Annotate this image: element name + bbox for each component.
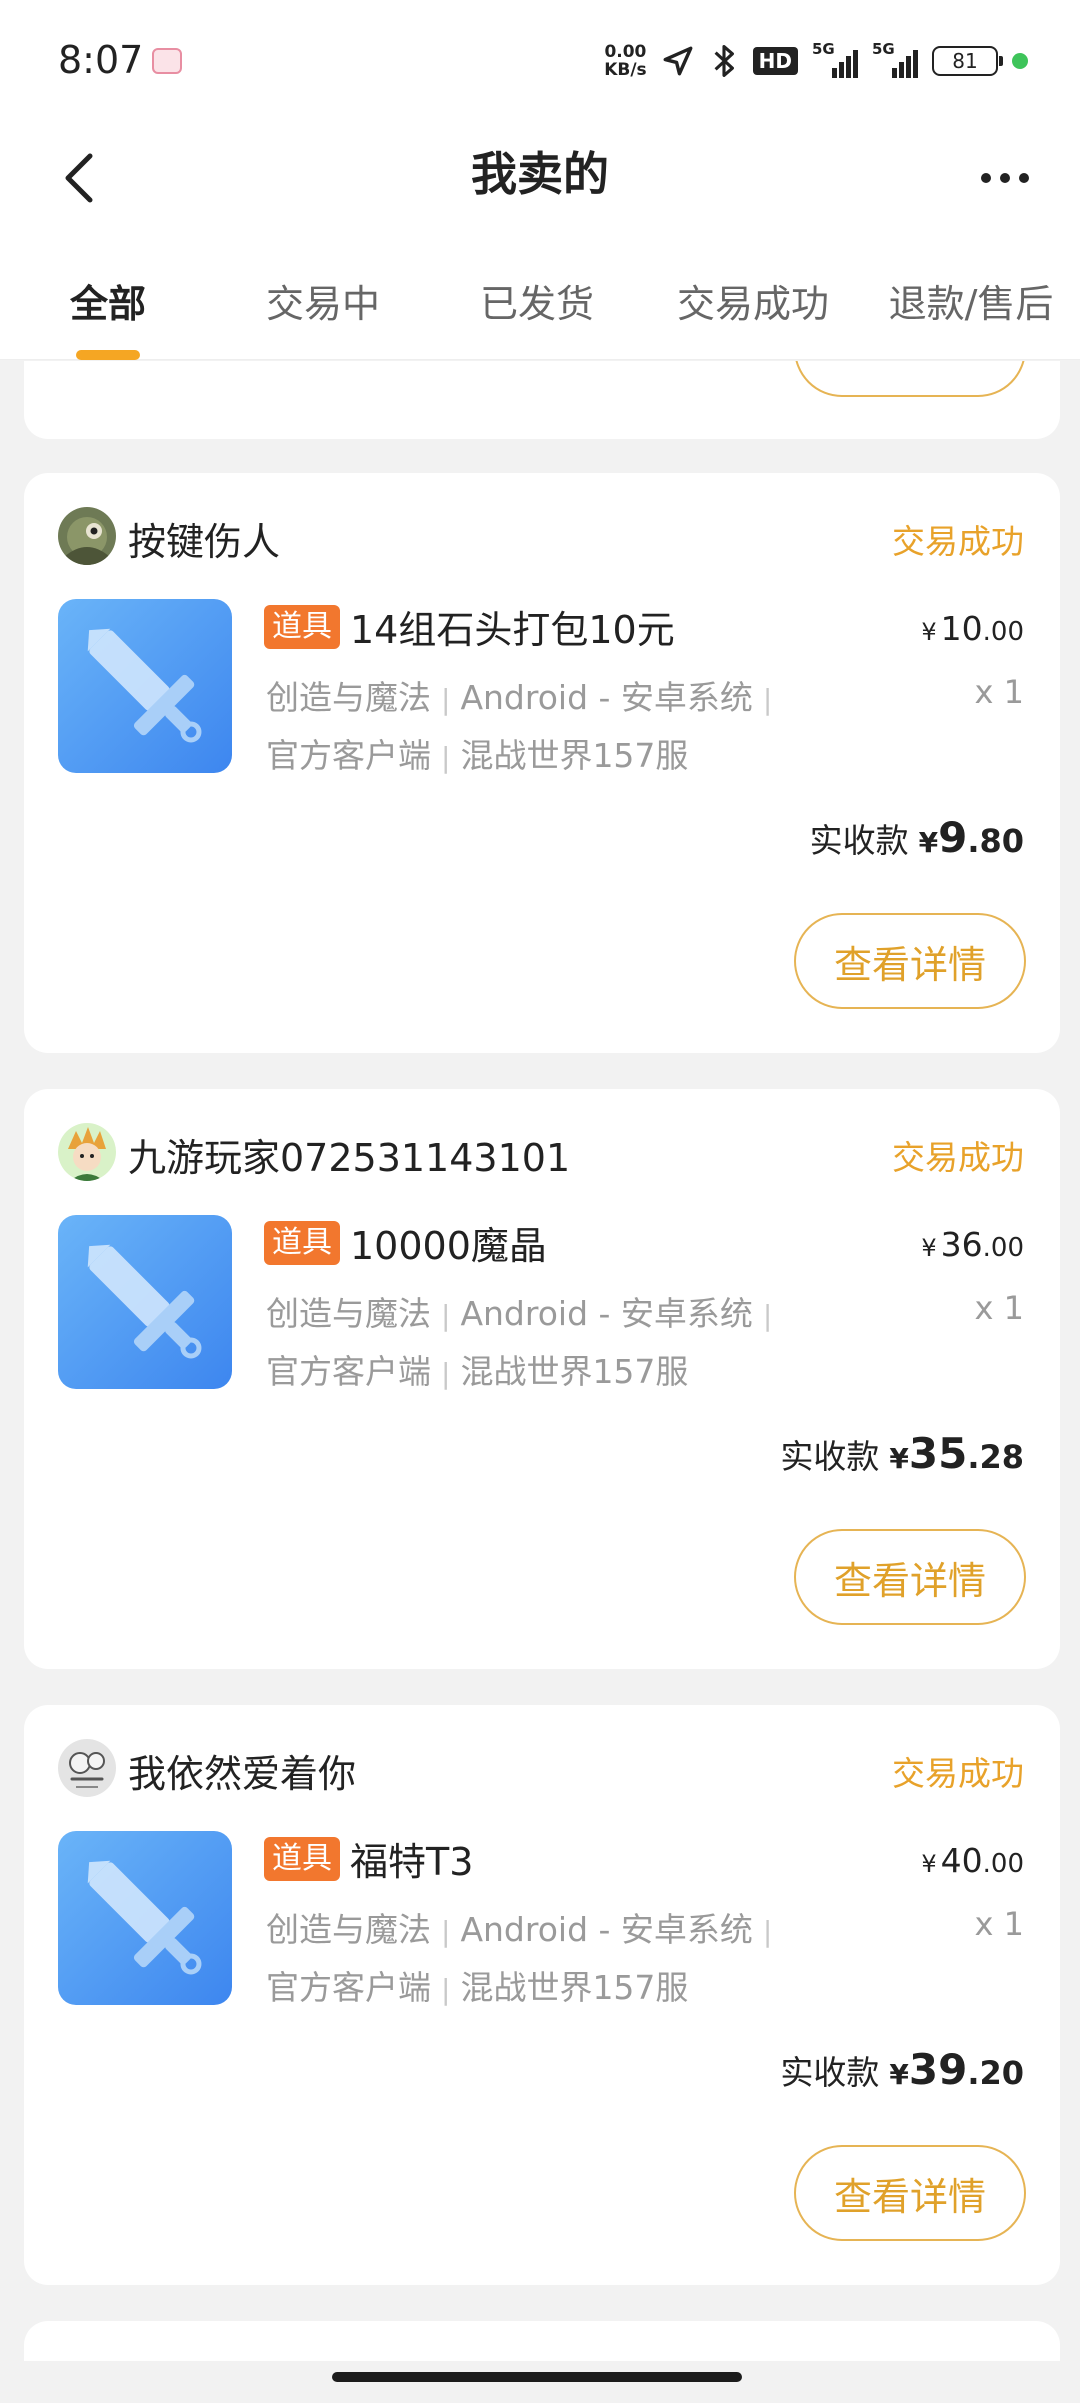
- view-details-button[interactable]: 查看详情: [794, 1529, 1026, 1625]
- battery-icon: 81: [932, 46, 1003, 76]
- sword-icon: [87, 1244, 202, 1359]
- avatar[interactable]: [58, 1123, 116, 1181]
- header-bar: 我卖的: [0, 120, 1080, 240]
- received-amount: 实收款 ¥39.20: [780, 2045, 1024, 2094]
- seller-name[interactable]: 九游玩家072531143101: [128, 1127, 570, 1182]
- seller-name[interactable]: 按键伤人: [128, 511, 280, 566]
- tab-shipped[interactable]: 已发货: [430, 240, 644, 360]
- avatar[interactable]: [58, 1739, 116, 1797]
- seller-name[interactable]: 我依然爱着你: [128, 1743, 356, 1798]
- item-quantity: x 1: [974, 1905, 1024, 1943]
- order-card: 九游玩家072531143101 交易成功 道具 10000魔晶 创造与魔法 | A…: [24, 1089, 1060, 1669]
- tab-in-progress[interactable]: 交易中: [216, 240, 430, 360]
- order-status-label: 交易成功: [892, 522, 1024, 561]
- item-price: ¥10.00: [921, 609, 1024, 648]
- order-card: 按键伤人 交易成功 道具 14组石头打包10元 创造与魔法 | Android - …: [24, 473, 1060, 1053]
- active-tab-indicator: [76, 350, 140, 360]
- order-status-label: 交易成功: [892, 1754, 1024, 1793]
- product-image[interactable]: [58, 599, 232, 773]
- product-image[interactable]: [58, 1215, 232, 1389]
- status-bar: 8:07 0.00 KB/s HD 5G 5G 81: [0, 0, 1080, 120]
- order-card-partial: [24, 361, 1060, 439]
- item-type-tag: 道具: [264, 605, 340, 649]
- item-type-tag: 道具: [264, 1837, 340, 1881]
- product-attributes: 官方客户端 | 混战世界157服: [266, 736, 689, 775]
- notification-app-icon: [152, 48, 182, 74]
- product-attributes: 创造与魔法 | Android - 安卓系统 |: [266, 1294, 773, 1333]
- order-card: 我依然爱着你 交易成功 道具 福特T3 创造与魔法 | Android - 安卓系统…: [24, 1705, 1060, 2285]
- product-title[interactable]: 10000魔晶: [350, 1215, 547, 1270]
- order-list[interactable]: 按键伤人 交易成功 道具 14组石头打包10元 创造与魔法 | Android - …: [0, 361, 1080, 2361]
- view-details-button[interactable]: 查看详情: [794, 913, 1026, 1009]
- order-status-tabs: 全部 交易中 已发货 交易成功 退款/售后: [0, 240, 1080, 360]
- received-amount: 实收款 ¥35.28: [780, 1429, 1024, 1478]
- product-attributes: 官方客户端 | 混战世界157服: [266, 1968, 689, 2007]
- status-icons: 0.00 KB/s HD 5G 5G 81: [604, 36, 1028, 86]
- tab-refund-after-sales[interactable]: 退款/售后: [862, 240, 1080, 360]
- view-details-button[interactable]: 查看详情: [794, 2145, 1026, 2241]
- item-type-tag: 道具: [264, 1221, 340, 1265]
- signal-strength-icon: 5G: [812, 40, 858, 78]
- sword-icon: [87, 628, 202, 743]
- sword-icon: [87, 1860, 202, 1975]
- received-amount: 实收款 ¥9.80: [809, 813, 1024, 862]
- status-time: 8:07: [58, 38, 144, 82]
- product-title[interactable]: 福特T3: [350, 1831, 473, 1886]
- home-indicator[interactable]: [332, 2372, 742, 2382]
- item-quantity: x 1: [974, 673, 1024, 711]
- product-attributes: 官方客户端 | 混战世界157服: [266, 1352, 689, 1391]
- item-quantity: x 1: [974, 1289, 1024, 1327]
- product-attributes: 创造与魔法 | Android - 安卓系统 |: [266, 1910, 773, 1949]
- hd-voice-icon: HD: [752, 47, 798, 75]
- bluetooth-icon: [714, 45, 734, 77]
- tab-all[interactable]: 全部: [0, 240, 216, 360]
- item-price: ¥40.00: [921, 1841, 1024, 1880]
- network-speed: 0.00 KB/s: [604, 42, 647, 80]
- more-dots-icon[interactable]: [970, 148, 1040, 208]
- order-card-partial: [24, 2321, 1060, 2361]
- page-title: 我卖的: [471, 147, 609, 201]
- view-details-button[interactable]: [794, 361, 1026, 397]
- order-status-label: 交易成功: [892, 1138, 1024, 1177]
- signal-strength-icon: 5G: [872, 40, 918, 78]
- tab-completed[interactable]: 交易成功: [644, 240, 862, 360]
- item-price: ¥36.00: [921, 1225, 1024, 1264]
- location-arrow-icon: [663, 46, 693, 76]
- product-title[interactable]: 14组石头打包10元: [350, 599, 675, 654]
- privacy-indicator-dot: [1012, 53, 1028, 69]
- avatar[interactable]: [58, 507, 116, 565]
- product-image[interactable]: [58, 1831, 232, 2005]
- product-attributes: 创造与魔法 | Android - 安卓系统 |: [266, 678, 773, 717]
